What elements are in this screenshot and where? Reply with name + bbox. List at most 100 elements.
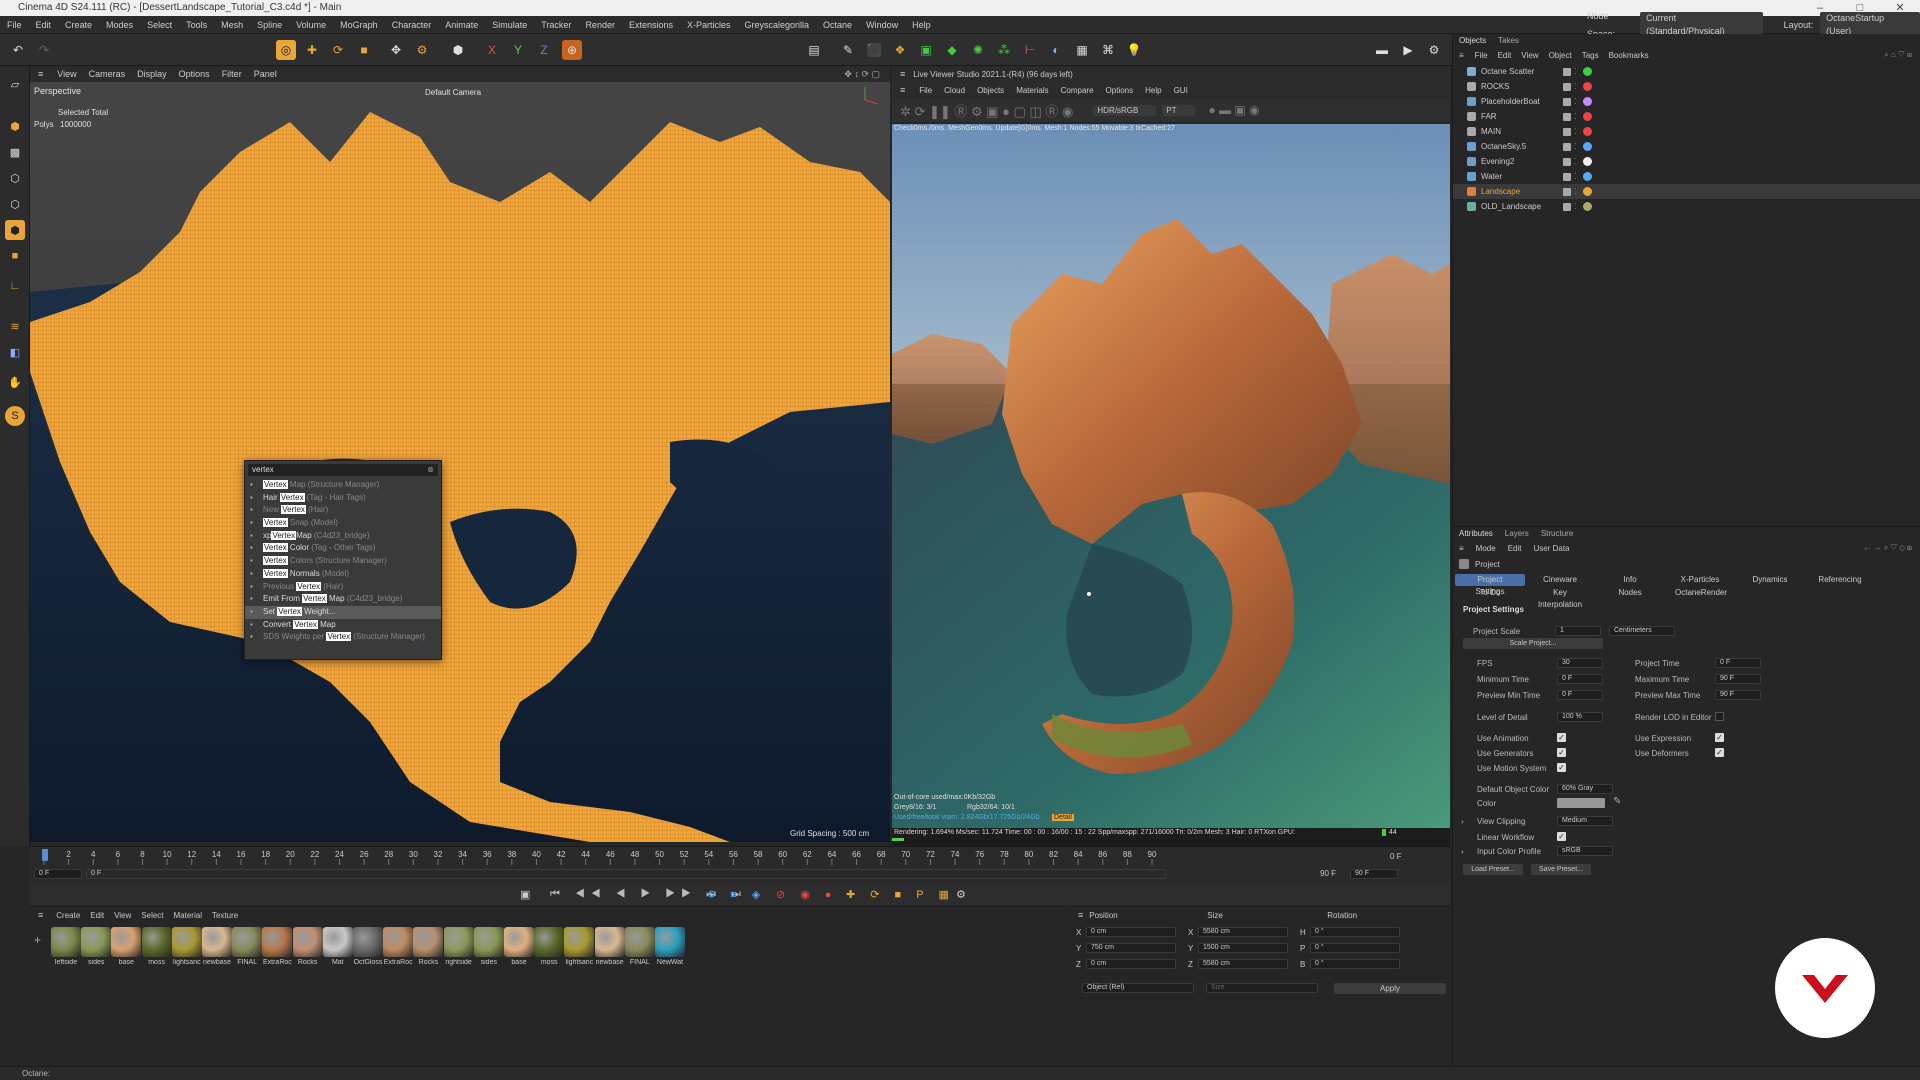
- menu-render[interactable]: Render: [578, 16, 622, 34]
- paint-icon[interactable]: ✋: [5, 372, 25, 392]
- object-row[interactable]: Octane Scatter ⁚: [1453, 64, 1920, 79]
- deformer-icon[interactable]: ◆: [942, 40, 962, 60]
- object-row[interactable]: FAR ⁚: [1453, 109, 1920, 124]
- commander-result-item[interactable]: ▪ Vertex Colors (Structure Manager): [245, 555, 441, 568]
- menu-create[interactable]: Create: [58, 16, 99, 34]
- model-mode-icon[interactable]: ⬢: [5, 116, 25, 136]
- loop-icons[interactable]: ⟲ ≡ ◈: [706, 888, 766, 901]
- viewport-menu-view[interactable]: View: [51, 66, 82, 82]
- tab-attributes[interactable]: Attributes: [1453, 527, 1499, 541]
- object-tag-icon[interactable]: [1582, 157, 1592, 166]
- menu-help[interactable]: Help: [905, 16, 938, 34]
- spline-pen-icon[interactable]: ✎: [838, 40, 858, 60]
- material-item[interactable]: Rocks: [412, 927, 444, 966]
- object-filter-icons[interactable]: ⌕ ⌂ ▽ ⊞: [1884, 50, 1912, 60]
- commander-result-item[interactable]: ▪ Set Vertex Weight...: [245, 605, 441, 619]
- render-dots-icon[interactable]: ⁚: [1574, 82, 1577, 91]
- redo-icon[interactable]: ↷: [34, 40, 54, 60]
- effector-icon[interactable]: ✺: [968, 40, 988, 60]
- keyframe-icon[interactable]: ▣: [520, 888, 530, 901]
- generator-icon[interactable]: ❖: [890, 40, 910, 60]
- save-preset-button[interactable]: Save Preset...: [1531, 864, 1591, 875]
- material-item[interactable]: newbase: [201, 927, 233, 966]
- object-row[interactable]: MAIN ⁚: [1453, 124, 1920, 139]
- attr-tab[interactable]: To Do: [1455, 587, 1525, 599]
- material-item[interactable]: lightsanc: [171, 927, 203, 966]
- mograph-icon[interactable]: ⁂: [994, 40, 1014, 60]
- timeline-settings-icon[interactable]: ⚙: [956, 888, 966, 901]
- attr-tab[interactable]: Cineware: [1525, 574, 1595, 586]
- size-mode-select[interactable]: Size: [1206, 983, 1318, 993]
- object-row[interactable]: Water ⁚: [1453, 169, 1920, 184]
- use-expression-checkbox[interactable]: ✓: [1715, 733, 1724, 742]
- commander-result-item[interactable]: ▪ Vertex Map (Structure Manager): [245, 479, 441, 492]
- scene-icon[interactable]: ⌘: [1098, 40, 1118, 60]
- commander-result-item[interactable]: ▪ Previous Vertex (Hair): [245, 581, 441, 594]
- linear-workflow-checkbox[interactable]: ✓: [1557, 832, 1566, 841]
- record-icons[interactable]: ⊘ ◉ ●: [776, 888, 838, 901]
- material-preview[interactable]: [353, 927, 383, 957]
- material-menu-texture[interactable]: Texture: [207, 911, 243, 920]
- z-axis-icon[interactable]: Z: [534, 40, 554, 60]
- coord-mode-select[interactable]: Object (Rel): [1082, 983, 1194, 993]
- viewport-menu-cameras[interactable]: Cameras: [83, 66, 132, 82]
- material-item[interactable]: moss: [533, 927, 565, 966]
- floor-icon[interactable]: ▦: [1072, 40, 1092, 60]
- menu-tracker[interactable]: Tracker: [534, 16, 578, 34]
- menu-extensions[interactable]: Extensions: [622, 16, 680, 34]
- object-row[interactable]: Evening2 ⁚: [1453, 154, 1920, 169]
- y-axis-icon[interactable]: Y: [508, 40, 528, 60]
- material-item[interactable]: rightside: [443, 927, 475, 966]
- render-view[interactable]: Check0ms./0ms. MeshGen0ms. Update[G]0ms.…: [892, 124, 1450, 828]
- lv-menu-cloud[interactable]: Cloud: [938, 86, 971, 95]
- material-item[interactable]: ExtraRoc: [382, 927, 414, 966]
- object-tag-icon[interactable]: [1582, 112, 1592, 121]
- material-preview[interactable]: [594, 927, 625, 957]
- material-preview[interactable]: [534, 927, 565, 957]
- material-preview[interactable]: [655, 927, 685, 957]
- render-region-icon[interactable]: ▬: [1372, 40, 1392, 60]
- commander-result-item[interactable]: ▪ Convert Vertex Map: [245, 619, 441, 632]
- current-frame-right[interactable]: 0 F: [1390, 852, 1402, 861]
- clear-search-icon[interactable]: ⊗: [427, 464, 434, 476]
- material-preview[interactable]: [624, 927, 655, 957]
- uv-mode-icon[interactable]: ■: [5, 246, 25, 266]
- material-preview[interactable]: [232, 927, 263, 957]
- menu-mograph[interactable]: MoGraph: [333, 16, 385, 34]
- render-dots-icon[interactable]: ⁚: [1574, 172, 1577, 181]
- object-name[interactable]: ROCKS: [1481, 82, 1561, 91]
- visibility-icon[interactable]: [1563, 142, 1571, 151]
- axis-mode-icon[interactable]: ∟: [5, 276, 25, 296]
- use-animation-checkbox[interactable]: ✓: [1557, 733, 1566, 742]
- object-name[interactable]: Octane Scatter: [1481, 67, 1561, 76]
- menu-tools[interactable]: Tools: [179, 16, 214, 34]
- material-item[interactable]: newbase: [594, 927, 626, 966]
- material-preview[interactable]: [383, 927, 414, 957]
- camera-icon[interactable]: ◐: [1046, 40, 1066, 60]
- object-tag-icon[interactable]: [1582, 82, 1592, 91]
- object-tag-icon[interactable]: [1582, 97, 1592, 106]
- material-preview[interactable]: [564, 927, 595, 957]
- commander-result-item[interactable]: ▪ Hair Vertex (Tag - Hair Tags): [245, 492, 441, 505]
- recent-tools-icon[interactable]: ⚙: [412, 40, 432, 60]
- attr-tab[interactable]: Dynamics: [1735, 574, 1805, 586]
- lv-menu-options[interactable]: Options: [1100, 86, 1140, 95]
- commander-result-item[interactable]: ▪ Vertex Color (Tag - Other Tags): [245, 542, 441, 555]
- menu-file[interactable]: File: [0, 16, 29, 34]
- apply-button[interactable]: Apply: [1334, 983, 1446, 994]
- texture-mode-icon[interactable]: ▩: [5, 142, 25, 162]
- menu-x-particles[interactable]: X-Particles: [680, 16, 738, 34]
- timeline-ruler[interactable]: 0246810121416182022242628303234363840424…: [30, 847, 1450, 867]
- playhead[interactable]: [42, 849, 48, 861]
- attr-nav-icons[interactable]: ← → ⌕ ▽ ⊙ ⊞: [1863, 543, 1912, 553]
- eyedropper-icon[interactable]: ✎: [1613, 796, 1621, 807]
- visibility-icon[interactable]: [1563, 97, 1571, 106]
- object-tag-icon[interactable]: [1582, 67, 1592, 76]
- live-viewer-hamburger-icon[interactable]: ≡: [892, 85, 913, 95]
- timeline[interactable]: 0246810121416182022242628303234363840424…: [30, 846, 1450, 882]
- key-mode-icons[interactable]: ✚ ⟳ ■ P ▦: [846, 888, 955, 901]
- object-name[interactable]: Water: [1481, 172, 1561, 181]
- visibility-icon[interactable]: [1563, 127, 1571, 136]
- menu-spline[interactable]: Spline: [250, 16, 289, 34]
- material-menu-view[interactable]: View: [109, 911, 136, 920]
